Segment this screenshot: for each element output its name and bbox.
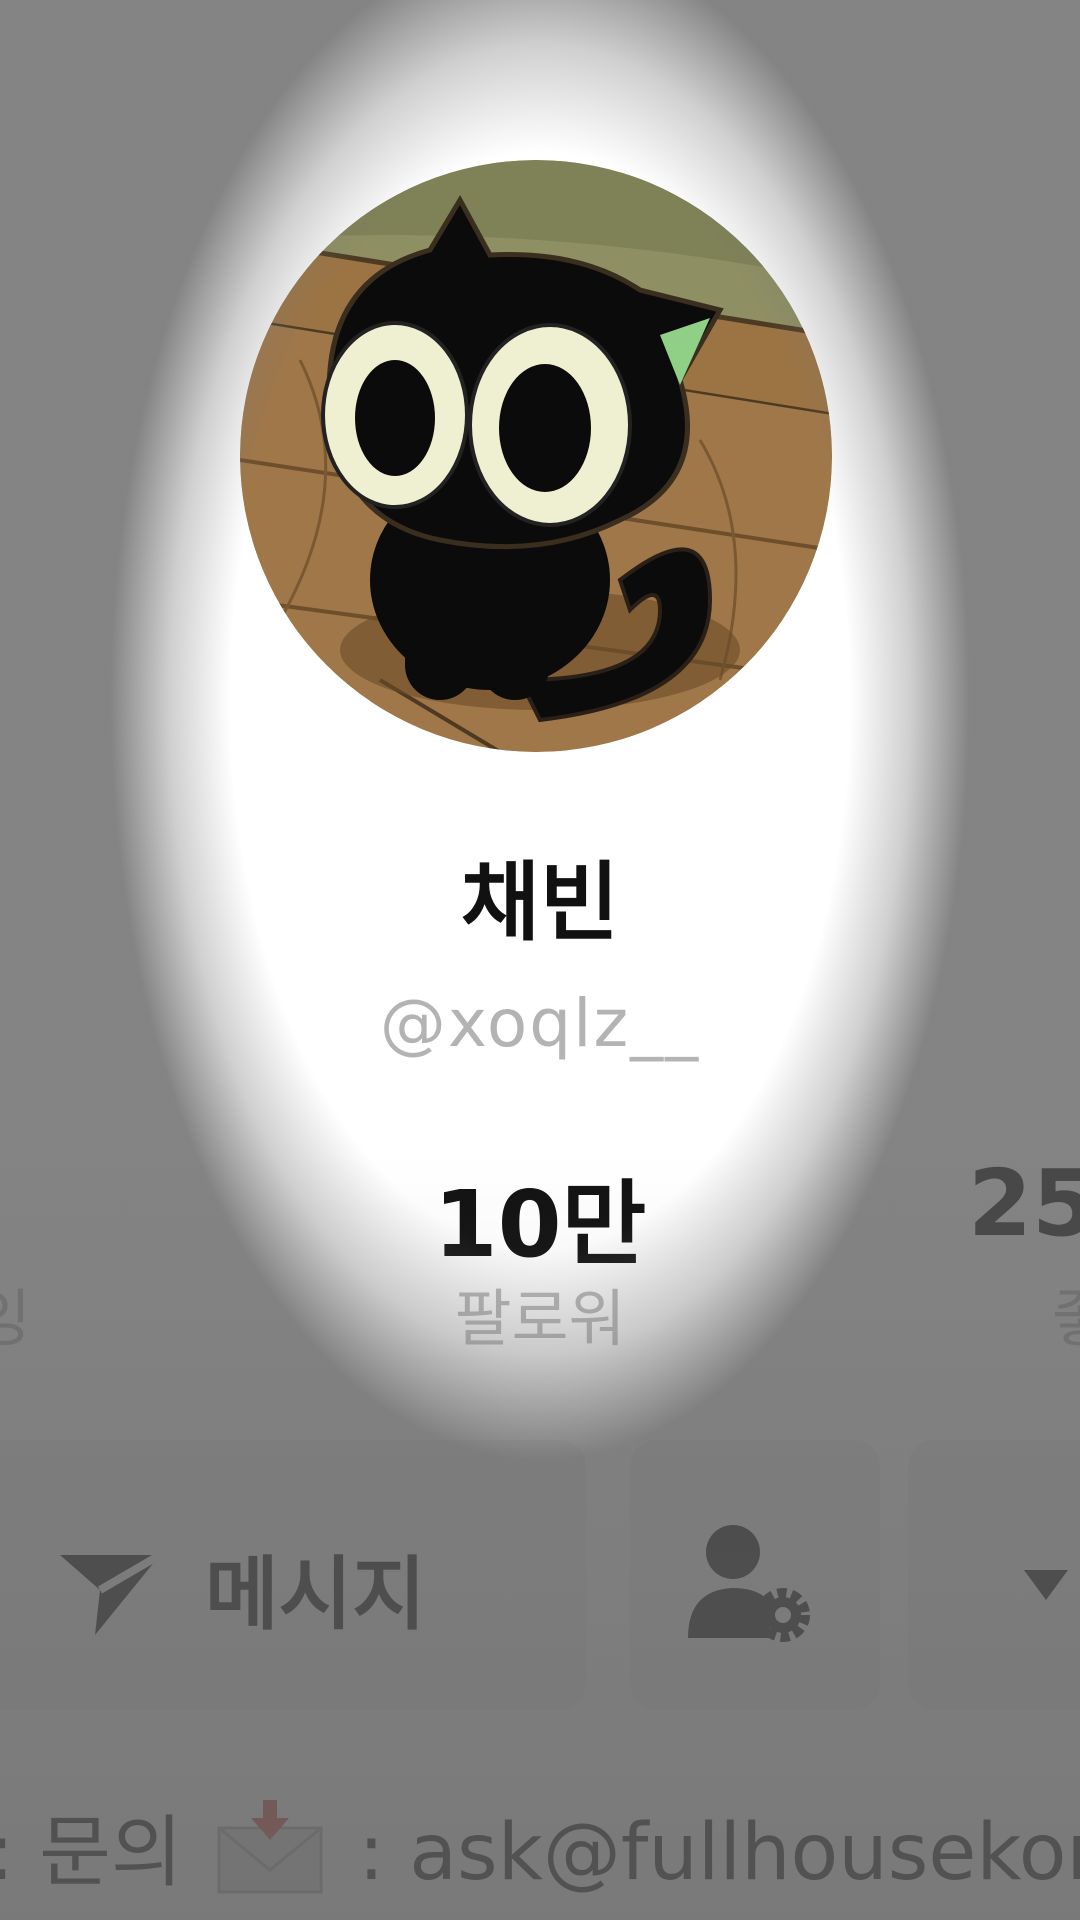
username: @xoqlz__ [379,985,701,1062]
display-name: 채빈 [460,853,620,953]
bio-prefix: : 문의 [0,1808,183,1898]
person-settings-icon [688,1520,818,1650]
bio-text: : 문의 : ask@fullhousekor [0,1790,1080,1915]
envelope-icon [215,1800,325,1915]
send-icon [55,1535,165,1645]
likes-count-fragment[interactable]: 25 [968,1150,1080,1257]
bio-contact[interactable]: : ask@fullhousekor [358,1808,1080,1898]
message-button-label: 메시지 [205,1548,426,1641]
followers-label[interactable]: 팔로워 [0,1268,1080,1358]
caret-down-icon [1024,1570,1068,1600]
followers-count[interactable]: 10만 [0,1150,1080,1283]
avatar[interactable] [240,160,832,752]
profile-screen: 채빈 @xoqlz__ 잉 10만 팔로워 25 좋 메시지 : 문의 [0,0,1080,1920]
black-cat-avatar-icon [240,160,832,752]
likes-label-fragment[interactable]: 좋 [1052,1268,1080,1358]
